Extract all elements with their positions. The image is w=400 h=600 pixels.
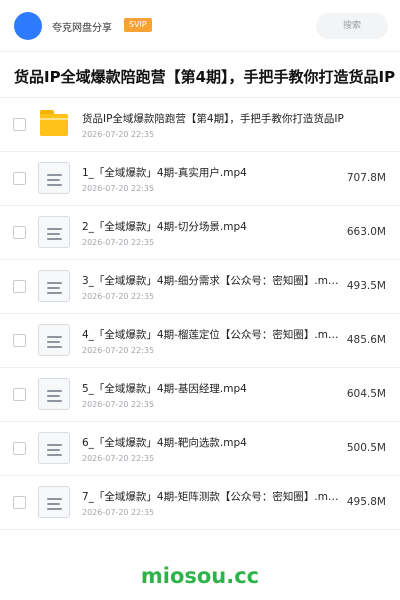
title-bar: 货品IP全域爆款陪跑营【第4期】，手把手教你打造货品IP [0,52,400,98]
list-item[interactable]: 4_「全域爆款」4期-榴莲定位【公众号：密知圈】.mp4 2026-07-20 … [0,314,400,368]
file-size: 604.5M [346,388,386,400]
file-date: 2026-07-20 22:35 [82,184,155,193]
row-checkbox[interactable] [13,442,26,455]
list-item[interactable]: 2_「全域爆款」4期-切分场景.mp4 2026-07-20 22:35 663… [0,206,400,260]
document-lines-icon [38,324,70,356]
file-size: 500.5M [346,442,386,454]
document-lines-icon [38,486,70,518]
svip-badge: SVIP [124,18,152,32]
header: 夸克网盘分享 SVIP 搜索 [0,0,400,52]
row-checkbox[interactable] [13,172,26,185]
file-name: 7_「全域爆款」4期-矩阵测款【公众号：密知圈】.mp4 [82,491,340,503]
file-name: 5_「全域爆款」4期-基因经理.mp4 [82,383,247,395]
list-item[interactable]: 6_「全域爆款」4期-靶向选款.mp4 2026-07-20 22:35 500… [0,422,400,476]
document-lines-icon [38,162,70,194]
file-date: 2026-07-20 22:35 [82,454,155,463]
file-size: 663.0M [346,226,386,238]
file-name: 2_「全域爆款」4期-切分场景.mp4 [82,221,247,233]
document-lines-icon [38,270,70,302]
search-input[interactable]: 搜索 [316,13,388,39]
list-item[interactable]: 货品IP全域爆款陪跑营【第4期】，手把手教你打造货品IP 2026-07-20 … [0,98,400,152]
file-size: 485.6M [346,334,386,346]
file-date: 2026-07-20 22:35 [82,400,155,409]
row-checkbox[interactable] [13,388,26,401]
file-name: 3_「全域爆款」4期-细分需求【公众号：密知圈】.mp4 [82,275,340,287]
list-item[interactable]: 3_「全域爆款」4期-细分需求【公众号：密知圈】.mp4 2026-07-20 … [0,260,400,314]
row-checkbox[interactable] [13,226,26,239]
list-item[interactable]: 7_「全域爆款」4期-矩阵测款【公众号：密知圈】.mp4 2026-07-20 … [0,476,400,530]
avatar[interactable] [14,12,42,40]
file-size: 495.8M [346,496,386,508]
file-list: 货品IP全域爆款陪跑营【第4期】，手把手教你打造货品IP 2026-07-20 … [0,98,400,530]
file-date: 2026-07-20 22:35 [82,346,155,355]
file-name: 货品IP全域爆款陪跑营【第4期】，手把手教你打造货品IP [82,113,344,125]
file-date: 2026-07-20 22:35 [82,508,155,517]
file-size: 707.8M [346,172,386,184]
file-date: 2026-07-20 22:35 [82,130,155,139]
row-checkbox[interactable] [13,118,26,131]
row-checkbox[interactable] [13,496,26,509]
file-name: 1_「全域爆款」4期-真实用户.mp4 [82,167,247,179]
file-name: 6_「全域爆款」4期-靶向选款.mp4 [82,437,247,449]
document-lines-icon [38,216,70,248]
folder-icon [38,108,70,140]
row-checkbox[interactable] [13,334,26,347]
file-date: 2026-07-20 22:35 [82,238,155,247]
list-item[interactable]: 1_「全域爆款」4期-真实用户.mp4 2026-07-20 22:35 707… [0,152,400,206]
page-title: 货品IP全域爆款陪跑营【第4期】，手把手教你打造货品IP [14,68,396,86]
file-date: 2026-07-20 22:35 [82,292,155,301]
row-checkbox[interactable] [13,280,26,293]
file-name: 4_「全域爆款」4期-榴莲定位【公众号：密知圈】.mp4 [82,329,340,341]
document-lines-icon [38,378,70,410]
document-lines-icon [38,432,70,464]
user-name: 夸克网盘分享 [52,23,112,34]
watermark: miosou.cc [140,564,260,588]
list-item[interactable]: 5_「全域爆款」4期-基因经理.mp4 2026-07-20 22:35 604… [0,368,400,422]
file-size: 493.5M [346,280,386,292]
